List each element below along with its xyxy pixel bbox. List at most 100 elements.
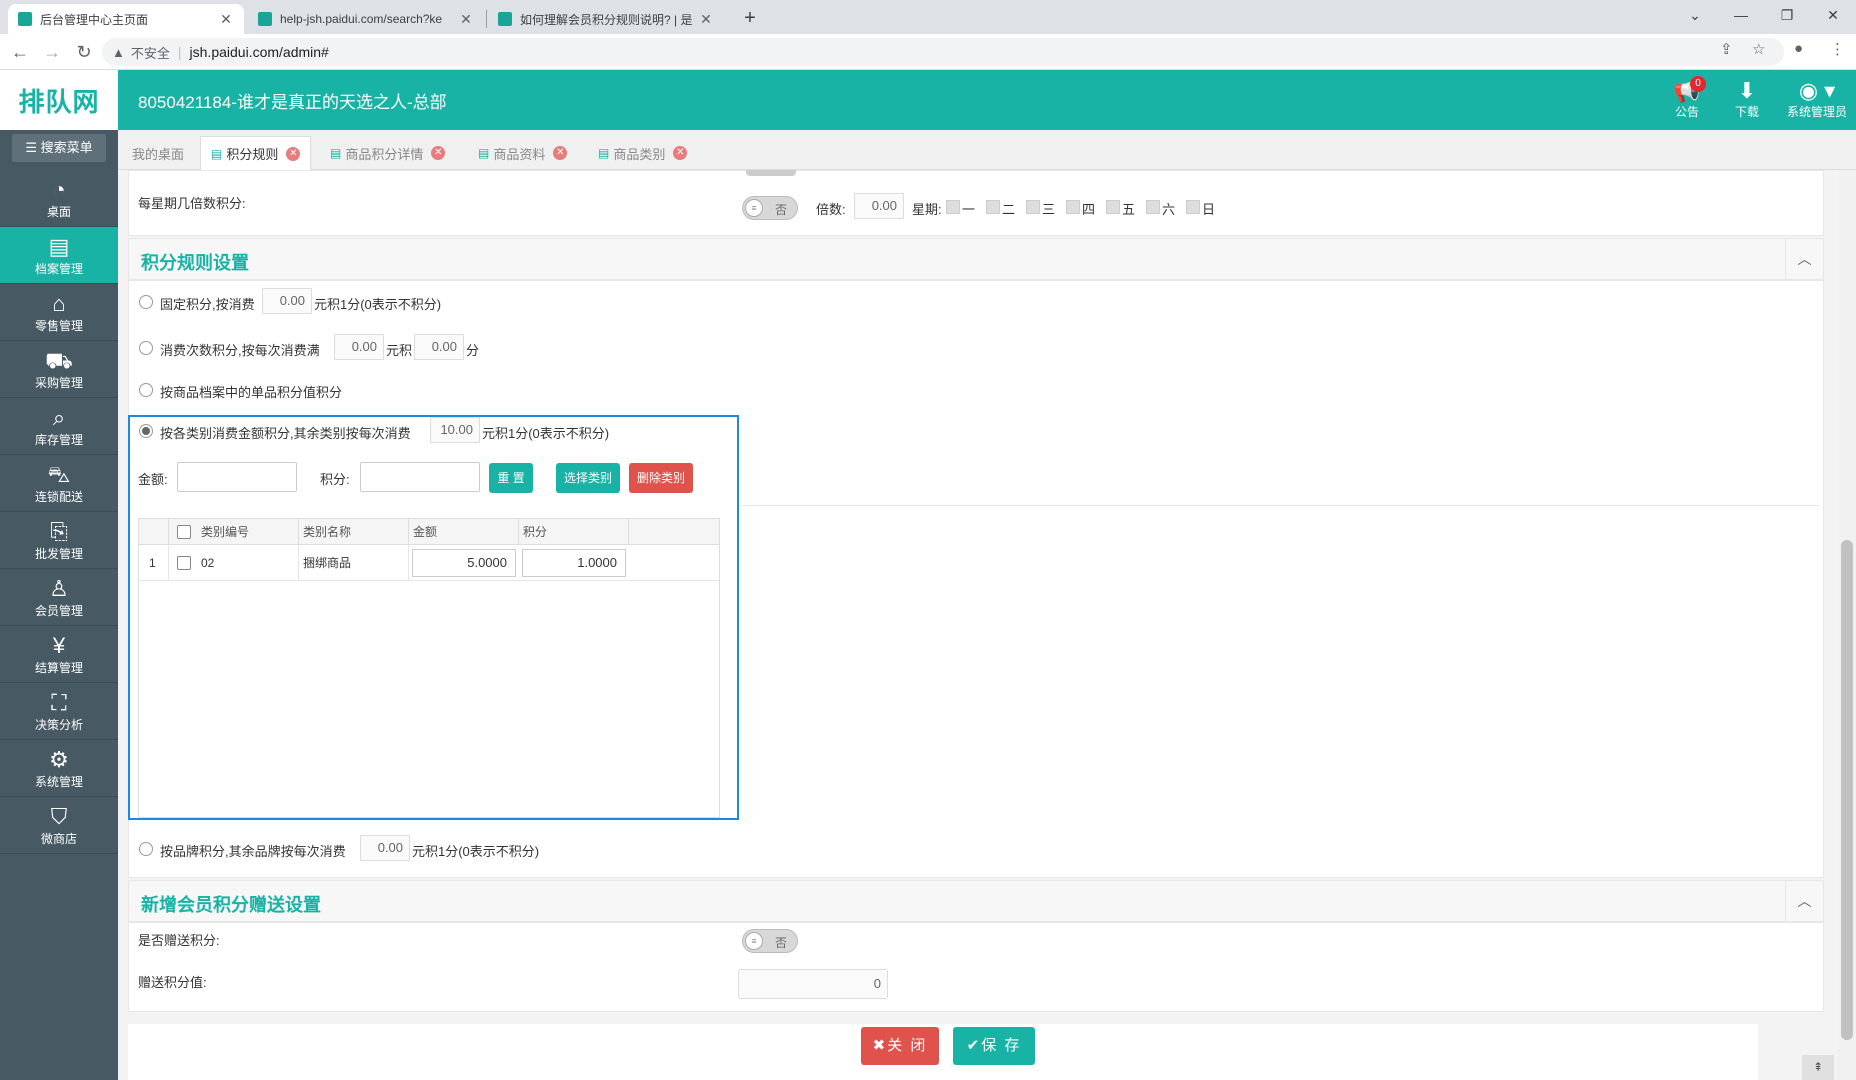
minimize-icon[interactable]: — (1718, 0, 1764, 34)
sidebar-item-system[interactable]: ⚙ 系统管理 (0, 740, 118, 797)
day-checkbox-tue[interactable] (986, 200, 1000, 214)
select-all-checkbox[interactable] (177, 525, 191, 539)
week-label: 星期: (912, 202, 942, 217)
day-label: 五 (1122, 202, 1136, 217)
weekly-toggle[interactable]: ≡ 否 (742, 196, 798, 220)
sidebar-item-delivery[interactable]: ⛍ 连锁配送 (0, 455, 118, 512)
sidebar-item-member[interactable]: ♙ 会员管理 (0, 569, 118, 626)
day-checkbox-fri[interactable] (1106, 200, 1120, 214)
sidebar-item-wholesale[interactable]: ⎘ 批发管理 (0, 512, 118, 569)
day-checkbox-thu[interactable] (1066, 200, 1080, 214)
logo: 排队网 (0, 70, 118, 130)
tab-my-desktop[interactable]: 我的桌面 (122, 136, 194, 170)
sidebar-item-microshop[interactable]: ⛉ 微商店 (0, 797, 118, 854)
day-checkbox-mon[interactable] (946, 200, 960, 214)
rule-count-points-input[interactable]: 0.00 (414, 334, 464, 360)
points-input[interactable] (360, 462, 480, 492)
search-menu-button[interactable]: ☰ 搜索菜单 (12, 134, 106, 162)
browser-tab-3[interactable]: 如何理解会员积分规则说明? | 是 ✕ (488, 4, 724, 34)
table-row[interactable]: 1 02 捆绑商品 5.0000 1.0000 (139, 545, 719, 581)
rule-radio-count[interactable] (139, 341, 153, 355)
archive-icon: ▤ (48, 234, 70, 259)
day-label: 一 (962, 202, 976, 217)
tab-points-rules[interactable]: ▤ 积分规则 ✕ (200, 136, 312, 170)
sidebar-item-archive[interactable]: ▤ 档案管理 (0, 227, 118, 284)
gift-value-input[interactable]: 0 (738, 969, 888, 999)
chevron-up-icon[interactable]: ︿ (1785, 239, 1823, 279)
tab-close-icon[interactable]: ✕ (698, 11, 714, 28)
rule-radio-product[interactable] (139, 383, 153, 397)
profile-icon[interactable]: ● (1794, 40, 1803, 57)
omnibox-divider: | (177, 44, 182, 60)
sidebar-item-desktop[interactable]: ◔ 桌面 (0, 170, 118, 227)
give-points-toggle[interactable]: ≡ 否 (742, 929, 798, 953)
cart-icon: ⛟ (45, 348, 73, 373)
tab-close-icon[interactable]: ✕ (286, 146, 301, 161)
forward-icon[interactable]: → (40, 40, 64, 64)
save-button[interactable]: ✔保 存 (953, 1027, 1035, 1065)
sidebar-item-purchase[interactable]: ⛟ 采购管理 (0, 341, 118, 398)
back-to-top-icon[interactable]: ⇞ (1802, 1055, 1834, 1080)
day-checkbox-wed[interactable] (1026, 200, 1040, 214)
user-menu[interactable]: ◉ ▾ 系统管理员 (1782, 78, 1852, 120)
site-favicon-icon (18, 12, 32, 26)
rule-radio-brand[interactable] (139, 842, 153, 856)
browser-tab-1[interactable]: 后台管理中心主页面 ✕ (8, 4, 244, 34)
multiple-input[interactable]: 0.00 (854, 193, 904, 219)
url-omnibox[interactable]: ▲ 不安全 | jsh.paidui.com/admin# (102, 38, 1784, 66)
amount-input[interactable] (177, 462, 297, 492)
rule-radio-fixed[interactable] (139, 295, 153, 309)
share-icon[interactable]: ⇪ (1720, 40, 1733, 58)
browser-tab-2[interactable]: help-jsh.paidui.com/search?ke ✕ (248, 4, 484, 34)
tab-close-icon[interactable]: ✕ (458, 11, 474, 28)
rule-fixed-amount-input[interactable]: 0.00 (262, 288, 312, 314)
browser-tab-strip: 后台管理中心主页面 ✕ help-jsh.paidui.com/search?k… (0, 0, 1856, 34)
tab-close-icon[interactable]: ✕ (431, 146, 446, 160)
chevron-up-icon[interactable]: ︿ (1785, 881, 1823, 921)
sidebar-item-inventory[interactable]: ⌕ 库存管理 (0, 398, 118, 455)
close-button[interactable]: ✖关 闭 (861, 1027, 939, 1065)
browser-menu-icon[interactable]: ⋮ (1830, 40, 1845, 58)
rule-brand-amount-input[interactable]: 0.00 (360, 835, 410, 861)
tab-close-icon[interactable]: ✕ (673, 146, 688, 160)
reload-icon[interactable]: ↻ (72, 40, 96, 64)
rule-count-amount-input[interactable]: 0.00 (334, 334, 384, 360)
day-checkbox-sun[interactable] (1186, 200, 1200, 214)
tab-product-points-detail[interactable]: ▤ 商品积分详情 ✕ (320, 136, 455, 170)
download-label: 下载 (1734, 105, 1759, 119)
new-tab-button[interactable]: + (736, 4, 764, 32)
tab-close-icon[interactable]: ✕ (553, 146, 568, 160)
rule-brand-suffix: 元积1分(0表示不积分) (412, 844, 540, 859)
download-button[interactable]: ⬇ 下载 (1722, 78, 1772, 120)
reset-button[interactable]: 重 置 (489, 463, 533, 493)
tab-label: 商品类别 (613, 146, 666, 162)
notice-button[interactable]: 📢 公告 0 (1662, 76, 1712, 120)
bookmark-star-icon[interactable]: ☆ (1752, 40, 1765, 58)
close-window-icon[interactable]: ✕ (1810, 0, 1856, 34)
tab-separator (486, 10, 487, 28)
tab-product-category[interactable]: ▤ 商品类别 ✕ (588, 136, 697, 170)
give-points-label: 是否赠送积分: (138, 933, 220, 948)
row-amount-input[interactable]: 5.0000 (412, 549, 516, 577)
menu-search-icon: ☰ (25, 140, 41, 155)
rule-radio-category[interactable] (139, 424, 153, 438)
rule-category-amount-input[interactable]: 10.00 (430, 417, 480, 443)
sidebar-item-analysis[interactable]: ⛶ 决策分析 (0, 683, 118, 740)
sidebar-item-settlement[interactable]: ¥ 结算管理 (0, 626, 118, 683)
select-category-button[interactable]: 选择类别 (556, 463, 620, 493)
row-checkbox[interactable] (177, 556, 191, 570)
restore-icon[interactable]: ❐ (1764, 0, 1810, 34)
tab-product-info[interactable]: ▤ 商品资料 ✕ (468, 136, 577, 170)
row-points-input[interactable]: 1.0000 (522, 549, 626, 577)
sidebar-item-retail[interactable]: ⌂ 零售管理 (0, 284, 118, 341)
scrollbar-thumb[interactable] (1841, 540, 1853, 1040)
day-checkbox-sat[interactable] (1146, 200, 1160, 214)
delete-category-button[interactable]: 删除类别 (629, 463, 693, 493)
grid-header-name: 类别名称 (299, 519, 409, 545)
tab-close-icon[interactable]: ✕ (218, 11, 234, 28)
site-favicon-icon (258, 12, 272, 26)
toggle-knob-icon: ≡ (745, 199, 763, 217)
tab-search-icon[interactable]: ⌄ (1672, 0, 1718, 34)
back-icon[interactable]: ← (8, 40, 32, 64)
row-category-code: 02 (197, 545, 299, 581)
